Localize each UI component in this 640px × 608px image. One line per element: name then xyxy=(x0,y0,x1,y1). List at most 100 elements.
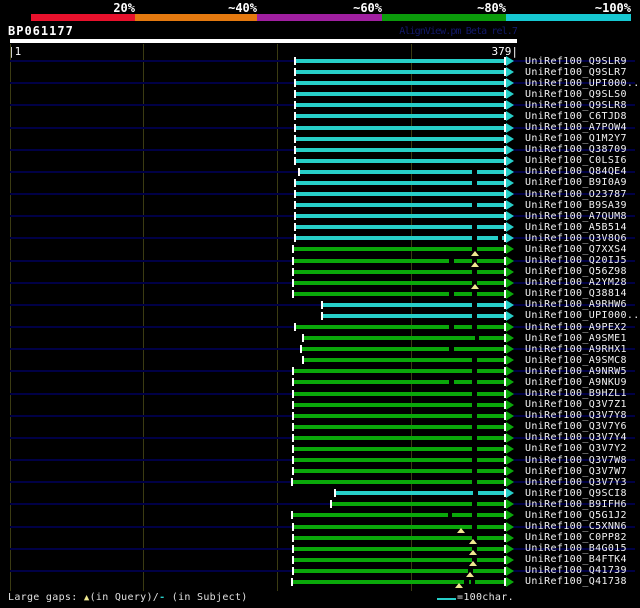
hit-bar[interactable] xyxy=(295,81,504,86)
hit-label[interactable]: UniRef100_A7POW4 xyxy=(525,122,640,133)
hit-label[interactable]: UniRef100_C6TJD8 xyxy=(525,111,640,122)
hit-arrowhead-icon xyxy=(506,166,515,177)
alignment-row: UniRef100_Q9SLR7 xyxy=(0,67,640,78)
hit-label[interactable]: UniRef100_Q38814 xyxy=(525,288,640,299)
hit-arrowhead-icon xyxy=(506,122,515,133)
hit-label[interactable]: UniRef100_UPI000.. xyxy=(525,310,640,321)
hit-arrowhead-icon xyxy=(506,377,515,388)
hit-bar[interactable] xyxy=(295,103,504,108)
hit-start-tick xyxy=(297,167,300,176)
hit-start-tick xyxy=(292,544,295,553)
hit-label[interactable]: UniRef100_Q41738 xyxy=(525,576,640,587)
alignment-row: UniRef100_Q1M2Y7 xyxy=(0,133,640,144)
hit-label[interactable]: UniRef100_Q84QE4 xyxy=(525,166,640,177)
hit-bar[interactable] xyxy=(295,214,504,219)
hit-label[interactable]: UniRef100_B9I0A9 xyxy=(525,177,640,188)
hit-label[interactable]: UniRef100_Q3V7Y3 xyxy=(525,477,640,488)
hit-label[interactable]: UniRef100_C0LSI6 xyxy=(525,155,640,166)
hit-label[interactable]: UniRef100_Q3V7W8 xyxy=(525,455,640,466)
hit-label[interactable]: UniRef100_A2YM28 xyxy=(525,277,640,288)
hit-label[interactable]: UniRef100_A9SMC8 xyxy=(525,355,640,366)
hit-label[interactable]: UniRef100_A5B514 xyxy=(525,222,640,233)
hit-label[interactable]: UniRef100_Q9SCI8 xyxy=(525,488,640,499)
hit-arrowhead-icon xyxy=(506,200,515,211)
hit-label[interactable]: UniRef100_Q5G1J2 xyxy=(525,510,640,521)
hit-label[interactable]: UniRef100_Q3V7W7 xyxy=(525,466,640,477)
hit-bar[interactable] xyxy=(295,192,504,197)
hit-label[interactable]: UniRef100_A9RHW6 xyxy=(525,299,640,310)
hit-label[interactable]: UniRef100_C5XNN6 xyxy=(525,521,640,532)
hit-start-tick xyxy=(292,400,295,409)
hit-start-tick xyxy=(300,345,303,354)
hit-label[interactable]: UniRef100_Q3V7Z1 xyxy=(525,399,640,410)
hit-label[interactable]: UniRef100_Q7XXS4 xyxy=(525,244,640,255)
hit-label[interactable]: UniRef100_Q3V7Y6 xyxy=(525,421,640,432)
hit-label[interactable]: UniRef100_Q41739 xyxy=(525,565,640,576)
hit-bar[interactable] xyxy=(302,347,504,352)
hit-start-tick xyxy=(293,212,296,221)
alignment-row: UniRef100_Q9SLR8 xyxy=(0,100,640,111)
hit-start-tick xyxy=(292,245,295,254)
hit-label[interactable]: UniRef100_B4G015 xyxy=(525,543,640,554)
hit-arrowhead-icon xyxy=(506,521,515,532)
hit-label[interactable]: UniRef100_Q56Z98 xyxy=(525,266,640,277)
hit-label[interactable]: UniRef100_A9NRW5 xyxy=(525,366,640,377)
hit-bar[interactable] xyxy=(295,92,504,97)
hit-label[interactable]: UniRef100_Q1M2Y7 xyxy=(525,133,640,144)
hit-bar[interactable] xyxy=(295,136,504,141)
hit-start-tick xyxy=(320,311,323,320)
hit-arrowhead-icon xyxy=(506,499,515,510)
hit-label[interactable]: UniRef100_Q9SLR8 xyxy=(525,100,640,111)
hit-bar[interactable] xyxy=(331,502,504,507)
hit-label[interactable]: UniRef100_C0PP82 xyxy=(525,532,640,543)
hit-arrowhead-icon xyxy=(506,100,515,111)
alignment-row: UniRef100_B9HZL1 xyxy=(0,388,640,399)
hit-bar[interactable] xyxy=(295,70,504,75)
alignment-row: UniRef100_O23787 xyxy=(0,189,640,200)
hit-start-tick xyxy=(292,278,295,287)
hit-arrowhead-icon xyxy=(506,455,515,466)
hit-label[interactable]: UniRef100_Q3V7Y2 xyxy=(525,443,640,454)
alignment-row: UniRef100_Q9SCI8 xyxy=(0,488,640,499)
hit-start-tick xyxy=(293,178,296,187)
hit-arrowhead-icon xyxy=(506,277,515,288)
hit-label[interactable]: UniRef100_Q9SLS0 xyxy=(525,89,640,100)
hit-label[interactable]: UniRef100_Q9SLR9 xyxy=(525,56,640,67)
alignment-row: UniRef100_Q3V7Y8 xyxy=(0,410,640,421)
subject-gap-mark xyxy=(474,336,480,341)
alignment-row: UniRef100_Q56Z98 xyxy=(0,266,640,277)
hit-label[interactable]: UniRef100_A7QUM8 xyxy=(525,211,640,222)
hit-bar[interactable] xyxy=(295,147,504,152)
hit-label[interactable]: UniRef100_O23787 xyxy=(525,189,640,200)
hit-start-tick xyxy=(329,500,332,509)
gaps-legend: Large gaps: ▲(in Query)/- (in Subject) xyxy=(8,592,248,603)
hit-bar[interactable] xyxy=(295,125,504,130)
hit-bar[interactable] xyxy=(295,114,504,119)
hit-start-tick xyxy=(292,256,295,265)
hit-label[interactable]: UniRef100_Q3V7Y4 xyxy=(525,432,640,443)
hit-bar[interactable] xyxy=(295,59,504,63)
hit-bar[interactable] xyxy=(335,491,504,496)
hit-label[interactable]: UniRef100_B9IFH6 xyxy=(525,499,640,510)
hit-start-tick xyxy=(292,566,295,575)
hit-label[interactable]: UniRef100_Q3V8Q6 xyxy=(525,233,640,244)
hit-label[interactable]: UniRef100_Q9SLR7 xyxy=(525,67,640,78)
hit-bar[interactable] xyxy=(303,336,504,341)
scale-line-icon xyxy=(437,598,456,600)
hit-bar[interactable] xyxy=(295,158,504,163)
hit-label[interactable]: UniRef100_Q3V7Y8 xyxy=(525,410,640,421)
hit-start-tick xyxy=(333,489,336,498)
hit-label[interactable]: UniRef100_Q20IJ5 xyxy=(525,255,640,266)
hit-label[interactable]: UniRef100_A9RHX1 xyxy=(525,344,640,355)
alignment-row: UniRef100_A5B514 xyxy=(0,222,640,233)
hit-label[interactable]: UniRef100_A9PEX2 xyxy=(525,322,640,333)
hit-label[interactable]: UniRef100_A9SME1 xyxy=(525,333,640,344)
hit-arrowhead-icon xyxy=(506,543,515,554)
hit-label[interactable]: UniRef100_UPI000.. xyxy=(525,78,640,89)
alignment-row: UniRef100_Q38709 xyxy=(0,144,640,155)
hit-label[interactable]: UniRef100_B9SA39 xyxy=(525,200,640,211)
hit-label[interactable]: UniRef100_A9NKU9 xyxy=(525,377,640,388)
hit-label[interactable]: UniRef100_Q38709 xyxy=(525,144,640,155)
hit-label[interactable]: UniRef100_B9HZL1 xyxy=(525,388,640,399)
hit-label[interactable]: UniRef100_B4FTK4 xyxy=(525,554,640,565)
